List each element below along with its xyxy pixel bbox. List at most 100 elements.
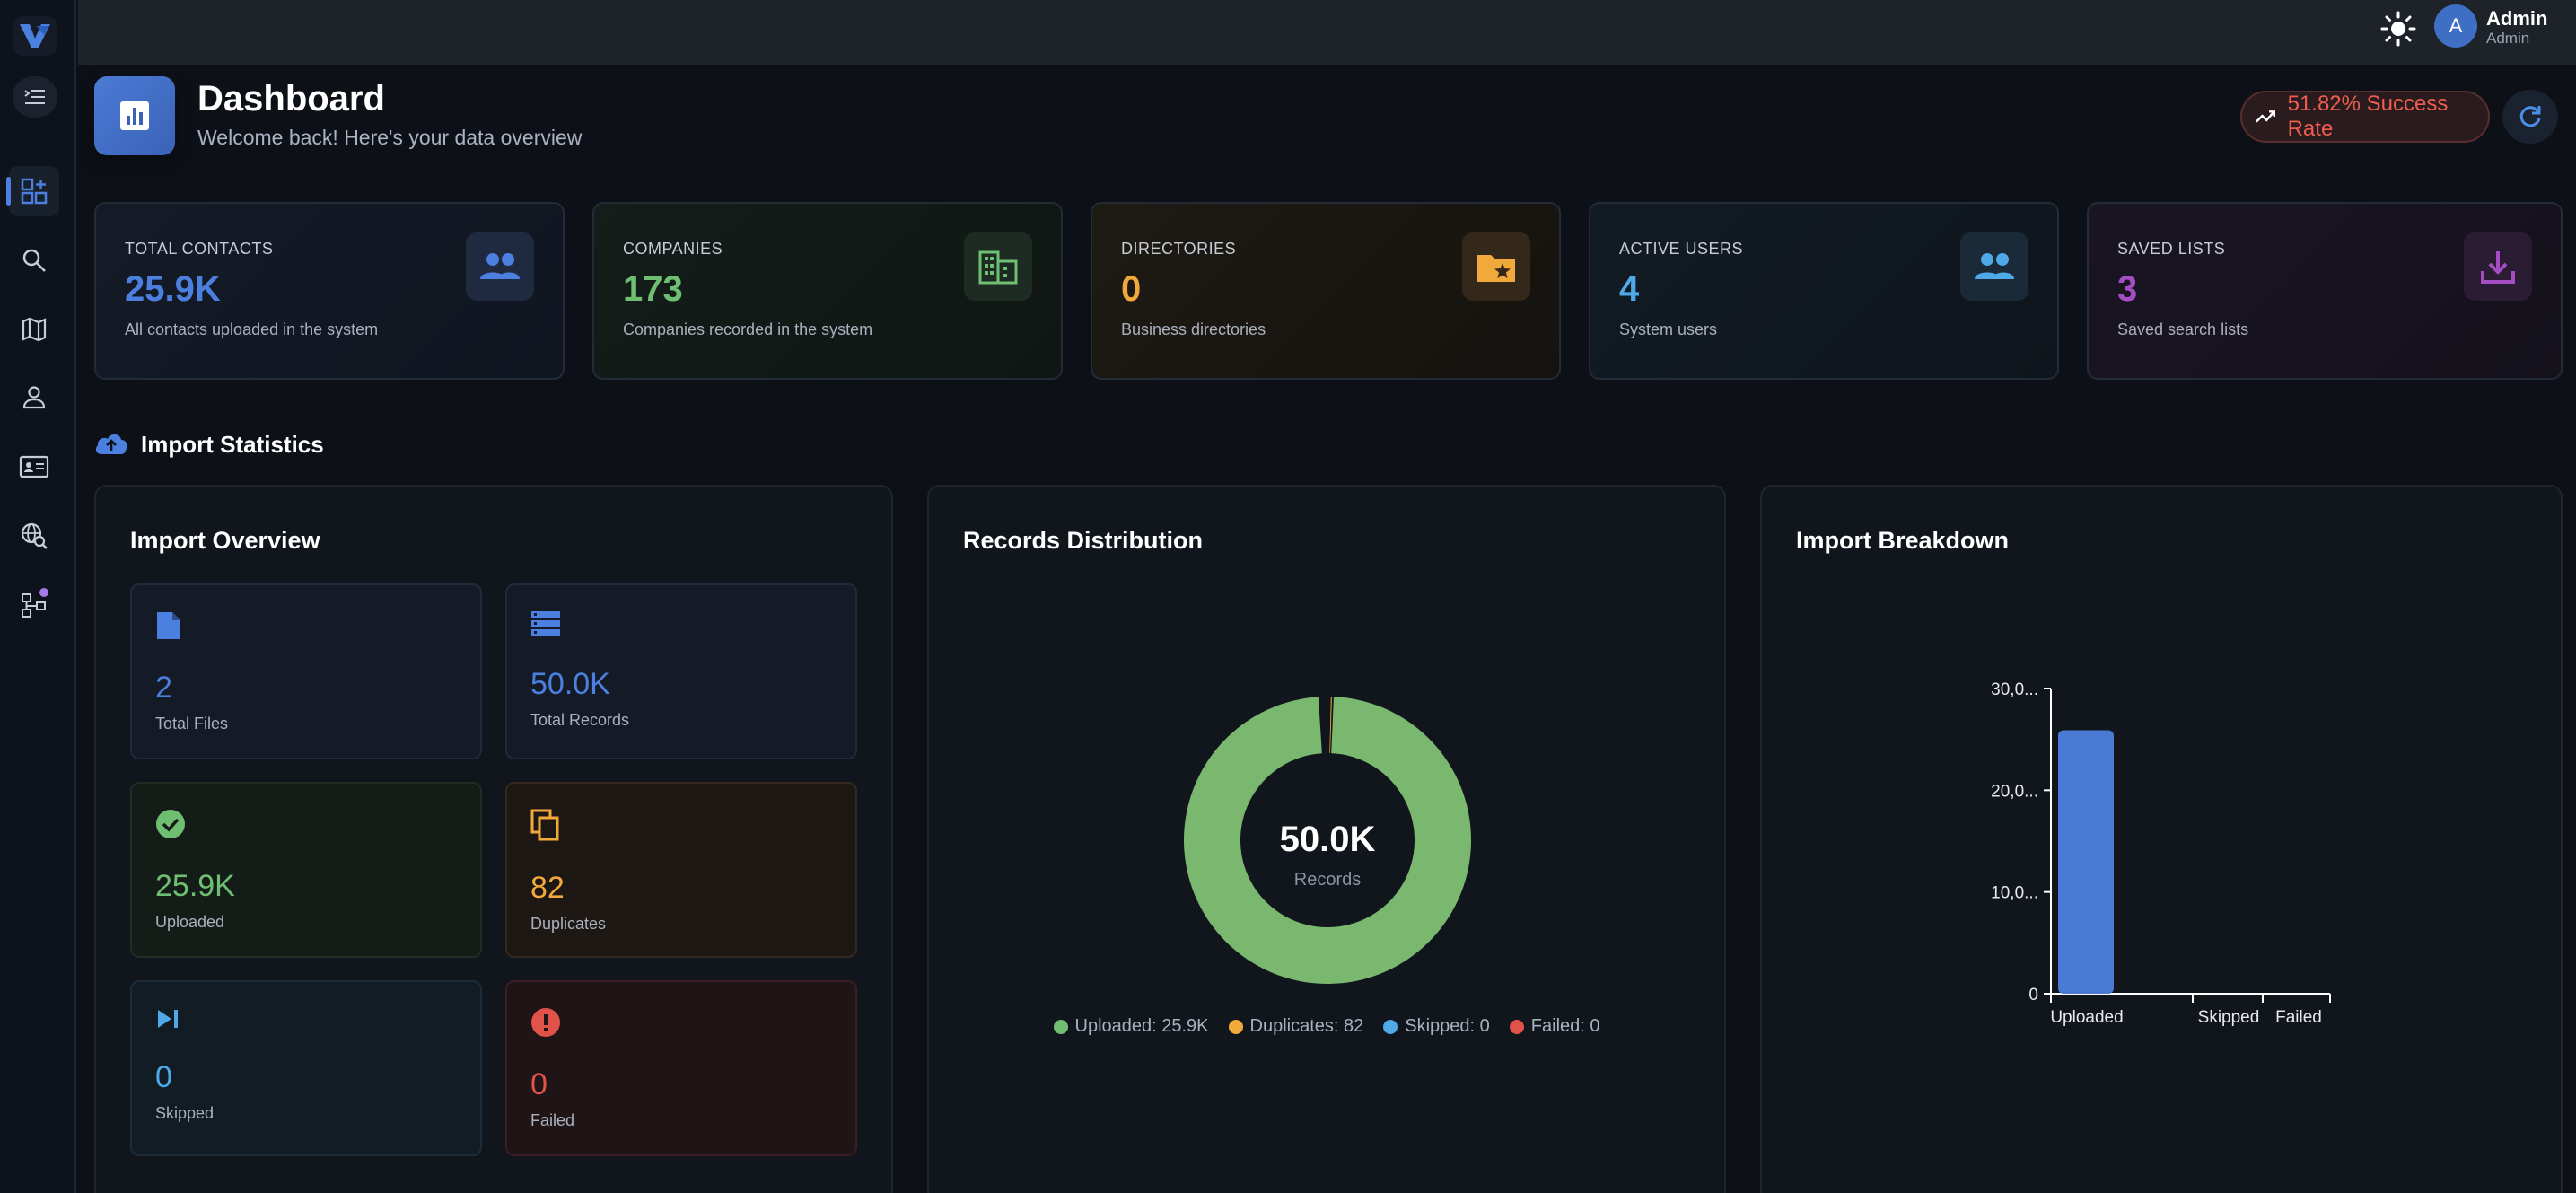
sidebar: [0, 0, 76, 1193]
bar-chart: 0 10,0... 20,0... 30,0... Uploaded Skipped Fai…: [1991, 680, 2331, 1027]
topbar: [78, 0, 2576, 65]
section-title: Import Statistics: [141, 431, 324, 458]
app: A Admin Admin Dashboard Welcome back! He…: [0, 0, 2576, 1193]
y-tick-label: 0: [2028, 986, 2038, 1004]
legend-item-failed[interactable]: Failed: 0: [1509, 1016, 1600, 1037]
mini-card-uploaded: 25.9K Uploaded: [130, 782, 482, 958]
mini-value: 50.0K: [530, 667, 610, 701]
donut-slice-duplicates[interactable]: [1329, 697, 1332, 754]
trending-up-icon: [2256, 110, 2275, 123]
stat-desc: Business directories: [1121, 320, 1266, 338]
stat-card-directories: DIRECTORIES 0 Business directories: [1091, 202, 1561, 380]
mini-label: Uploaded: [155, 913, 225, 931]
nav-contacts[interactable]: [9, 373, 59, 423]
nav-dashboard[interactable]: [6, 166, 59, 216]
dashboard-icon: [21, 178, 48, 205]
mini-label: Duplicates: [530, 915, 607, 933]
page-icon: [94, 76, 175, 155]
mini-label: Total Files: [155, 715, 229, 732]
donut-center-label: Records: [1294, 870, 1361, 890]
refresh-button[interactable]: [2502, 90, 2558, 144]
user-name[interactable]: Admin: [2486, 7, 2547, 31]
contact-card-icon: [19, 455, 49, 478]
nav-map[interactable]: [9, 304, 59, 355]
import-breakdown-panel: Import Breakdown 0 10,0... 20,0... 30,0... U…: [1760, 485, 2563, 1193]
mini-value: 0: [155, 1060, 172, 1094]
panel-title: Import Overview: [130, 527, 320, 554]
mini-value: 2: [155, 671, 172, 705]
stat-card-total-contacts: TOTAL CONTACTS 25.9K All contacts upload…: [94, 202, 565, 380]
building-icon: [964, 232, 1032, 301]
sun-icon: [2380, 11, 2416, 47]
logo-icon: [20, 24, 50, 48]
users-icon: [466, 232, 534, 301]
nav-workflow[interactable]: [9, 579, 59, 629]
legend-text: Skipped: 0: [1405, 1016, 1490, 1036]
mini-card-duplicates: 82 Duplicates: [505, 782, 857, 958]
stat-desc: Companies recorded in the system: [623, 320, 873, 338]
folder-star-icon: [1462, 232, 1530, 301]
avatar[interactable]: A: [2434, 4, 2477, 48]
legend-dot: [1509, 1019, 1524, 1034]
mini-label: Failed: [530, 1111, 575, 1129]
stat-desc: System users: [1619, 320, 1718, 338]
y-tick-label: 20,0...: [1991, 782, 2038, 801]
mini-card-total-records: 50.0K Total Records: [505, 583, 857, 759]
mini-card-skipped: 0 Skipped: [130, 980, 482, 1156]
x-tick-label: Skipped: [2198, 1008, 2260, 1027]
legend-text: Failed: 0: [1530, 1016, 1600, 1036]
mini-value: 82: [530, 871, 565, 905]
search-icon: [22, 249, 46, 272]
legend-text: Duplicates: 82: [1249, 1016, 1364, 1036]
page-subtitle: Welcome back! Here's your data overview: [197, 126, 583, 149]
user-role: Admin: [2486, 30, 2530, 47]
legend-dot: [1383, 1019, 1398, 1034]
legend-dot: [1053, 1019, 1068, 1034]
person-icon: [22, 386, 46, 409]
success-rate-text: 51.82% Success Rate: [2287, 92, 2449, 141]
app-logo[interactable]: [13, 16, 57, 56]
notification-dot: [39, 588, 48, 597]
bar-chart-icon: [120, 101, 149, 130]
collapse-icon: [24, 90, 45, 104]
mini-label: Total Records: [530, 711, 630, 729]
donut-chart: 50.0K Records: [1184, 697, 1471, 984]
legend-item-skipped[interactable]: Skipped: 0: [1383, 1016, 1490, 1037]
y-tick-label: 10,0...: [1991, 884, 2038, 903]
success-rate-badge: 51.82% Success Rate: [2240, 91, 2490, 143]
stat-card-active-users: ACTIVE USERS 4 System users: [1589, 202, 2059, 380]
check-circle-icon: [156, 810, 185, 838]
cloud-upload-icon: [93, 429, 129, 461]
file-icon: [157, 612, 180, 639]
refresh-icon: [2519, 106, 2541, 127]
theme-toggle-button[interactable]: [2379, 9, 2418, 48]
panel-title: Import Breakdown: [1796, 527, 2010, 554]
download-icon: [2464, 232, 2532, 301]
storage-icon: [531, 611, 560, 636]
import-overview-panel: Import Overview 2 Total Files 50.0K Tota…: [94, 485, 893, 1193]
nav-directory-cards[interactable]: [9, 442, 59, 492]
y-tick-label: 30,0...: [1991, 680, 2038, 699]
mini-card-total-files: 2 Total Files: [130, 583, 482, 759]
legend-item-duplicates[interactable]: Duplicates: 82: [1228, 1016, 1364, 1037]
stat-desc: All contacts uploaded in the system: [125, 320, 379, 338]
error-icon: [531, 1008, 560, 1037]
mini-label: Skipped: [155, 1104, 215, 1122]
mini-value: 25.9K: [155, 869, 235, 903]
users-icon: [1960, 232, 2028, 301]
skip-next-icon: [158, 1010, 178, 1028]
map-icon: [22, 317, 47, 342]
bar-uploaded[interactable]: [2058, 730, 2114, 994]
stat-card-saved-lists: SAVED LISTS 3 Saved search lists: [2087, 202, 2563, 380]
donut-legend: Uploaded: 25.9K Duplicates: 82 Skipped: …: [929, 1016, 1724, 1037]
nav-search[interactable]: [9, 235, 59, 285]
avatar-initial: A: [2449, 14, 2463, 37]
panel-title: Records Distribution: [963, 527, 1204, 554]
nav-web-search[interactable]: [9, 511, 59, 561]
globe-search-icon: [21, 522, 48, 549]
records-distribution-panel: Records Distribution 50.0K Records Uploa…: [927, 485, 1726, 1193]
collapse-sidebar-button[interactable]: [13, 76, 57, 118]
legend-item-uploaded[interactable]: Uploaded: 25.9K: [1053, 1016, 1209, 1037]
page-title: Dashboard: [197, 79, 385, 118]
donut-center-value: 50.0K: [1280, 820, 1376, 859]
